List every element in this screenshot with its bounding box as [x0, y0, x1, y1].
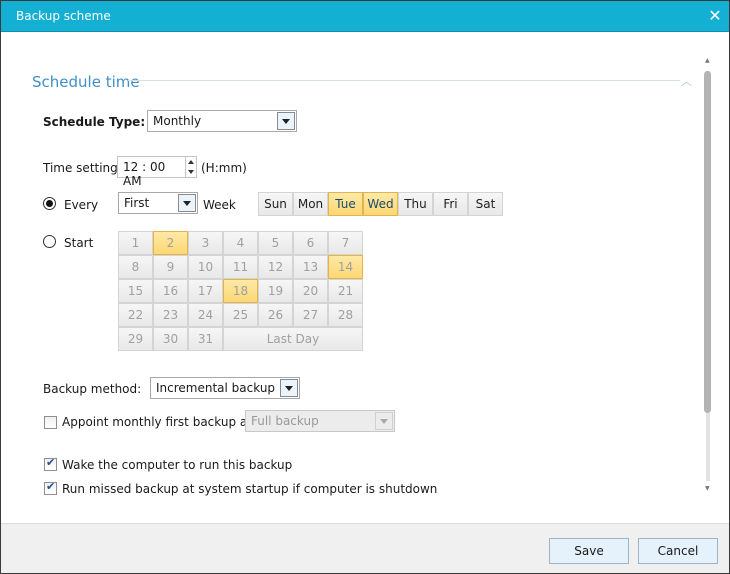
backup-scheme-dialog: Backup scheme ✕ Schedule time ︿ Schedule…: [0, 0, 730, 574]
run-missed-checkbox[interactable]: [44, 480, 57, 495]
day-sun[interactable]: Sun: [258, 192, 293, 216]
time-format-hint: (H:mm): [201, 161, 247, 175]
day-wed[interactable]: Wed: [363, 192, 398, 216]
day-sat[interactable]: Sat: [468, 192, 503, 216]
scrollbar-thumb[interactable]: [704, 71, 711, 413]
day-mon[interactable]: Mon: [293, 192, 328, 216]
week-ordinal-select[interactable]: First: [118, 192, 198, 214]
date-cell-24[interactable]: 24: [188, 303, 223, 327]
date-cell-25[interactable]: 25: [223, 303, 258, 327]
appoint-backup-select[interactable]: Full backup: [245, 410, 395, 432]
day-thu[interactable]: Thu: [398, 192, 433, 216]
backup-method-label: Backup method:: [43, 382, 142, 396]
scroll-down-icon[interactable]: ▼: [705, 485, 710, 492]
date-cell-13[interactable]: 13: [293, 255, 328, 279]
date-cell-29[interactable]: 29: [118, 327, 153, 351]
schedule-type-select[interactable]: Monthly: [147, 110, 297, 132]
window-title: Backup scheme: [16, 9, 111, 23]
date-cell-23[interactable]: 23: [153, 303, 188, 327]
date-cell-19[interactable]: 19: [258, 279, 293, 303]
wake-label: Wake the computer to run this backup: [62, 458, 293, 472]
run-missed-label: Run missed backup at system startup if c…: [62, 482, 438, 496]
date-cell-15[interactable]: 15: [118, 279, 153, 303]
backup-method-value: Incremental backup: [156, 381, 276, 395]
chevron-down-icon[interactable]: [277, 112, 295, 130]
date-cell-22[interactable]: 22: [118, 303, 153, 327]
date-cell-5[interactable]: 5: [258, 231, 293, 255]
content-area: Schedule time ︿ Schedule Type: Monthly T…: [1, 33, 729, 523]
backup-method-select[interactable]: Incremental backup: [150, 377, 300, 399]
date-cell-3[interactable]: 3: [188, 231, 223, 255]
date-cell-31[interactable]: 31: [188, 327, 223, 351]
week-ordinal-value: First: [124, 196, 150, 210]
schedule-type-label: Schedule Type:: [43, 115, 146, 129]
date-cell-27[interactable]: 27: [293, 303, 328, 327]
date-cell-2[interactable]: 2: [153, 231, 188, 255]
title-bar: Backup scheme ✕: [1, 1, 729, 32]
save-button[interactable]: Save: [549, 538, 629, 564]
schedule-type-value: Monthly: [153, 114, 202, 128]
chevron-down-icon[interactable]: [375, 412, 393, 430]
day-tue[interactable]: Tue: [328, 192, 363, 216]
date-cell-30[interactable]: 30: [153, 327, 188, 351]
scroll-up-icon[interactable]: ▲: [705, 57, 710, 64]
section-title: Schedule time: [32, 73, 140, 91]
date-cell-28[interactable]: 28: [328, 303, 363, 327]
every-label: Every: [64, 198, 99, 212]
last-day-cell[interactable]: Last Day: [223, 327, 363, 351]
every-radio[interactable]: [43, 197, 56, 210]
date-cell-10[interactable]: 10: [188, 255, 223, 279]
date-cell-17[interactable]: 17: [188, 279, 223, 303]
date-cell-1[interactable]: 1: [118, 231, 153, 255]
date-cell-20[interactable]: 20: [293, 279, 328, 303]
appoint-checkbox[interactable]: [44, 416, 57, 429]
date-cell-8[interactable]: 8: [118, 255, 153, 279]
date-cell-7[interactable]: 7: [328, 231, 363, 255]
section-divider: [128, 80, 680, 81]
date-cell-9[interactable]: 9: [153, 255, 188, 279]
time-setting-label: Time setting: [43, 161, 118, 175]
day-fri[interactable]: Fri: [433, 192, 468, 216]
wake-checkbox[interactable]: [44, 456, 57, 471]
chevron-up-icon[interactable]: ︿: [681, 73, 692, 89]
start-label: Start: [64, 236, 94, 250]
date-cell-6[interactable]: 6: [293, 231, 328, 255]
date-cell-14[interactable]: 14: [328, 255, 363, 279]
close-icon[interactable]: ✕: [705, 6, 725, 26]
start-radio[interactable]: [43, 235, 56, 248]
date-cell-26[interactable]: 26: [258, 303, 293, 327]
date-cell-18[interactable]: 18: [223, 279, 258, 303]
date-cell-21[interactable]: 21: [328, 279, 363, 303]
dialog-footer: Save Cancel: [1, 523, 729, 573]
date-cell-4[interactable]: 4: [223, 231, 258, 255]
month-date-grid: 1 2 3 4 5 6 7 8 9 10 11 12 13 14 15 16 17 18 19 20 21 22 23 24 2…: [118, 231, 363, 351]
weekday-picker: Sun Mon Tue Wed Thu Fri Sat: [258, 192, 503, 216]
time-input[interactable]: 12 : 00 AM: [117, 156, 187, 188]
appoint-label: Appoint monthly first backup as: [62, 415, 254, 429]
time-spinner[interactable]: [185, 156, 197, 178]
date-cell-16[interactable]: 16: [153, 279, 188, 303]
chevron-down-icon[interactable]: [178, 194, 196, 212]
time-value: 12 : 00 AM: [123, 160, 166, 188]
date-cell-11[interactable]: 11: [223, 255, 258, 279]
date-cell-12[interactable]: 12: [258, 255, 293, 279]
week-label: Week: [203, 198, 236, 212]
appoint-backup-value: Full backup: [251, 414, 319, 428]
cancel-button[interactable]: Cancel: [638, 538, 718, 564]
chevron-down-icon[interactable]: [280, 379, 298, 397]
